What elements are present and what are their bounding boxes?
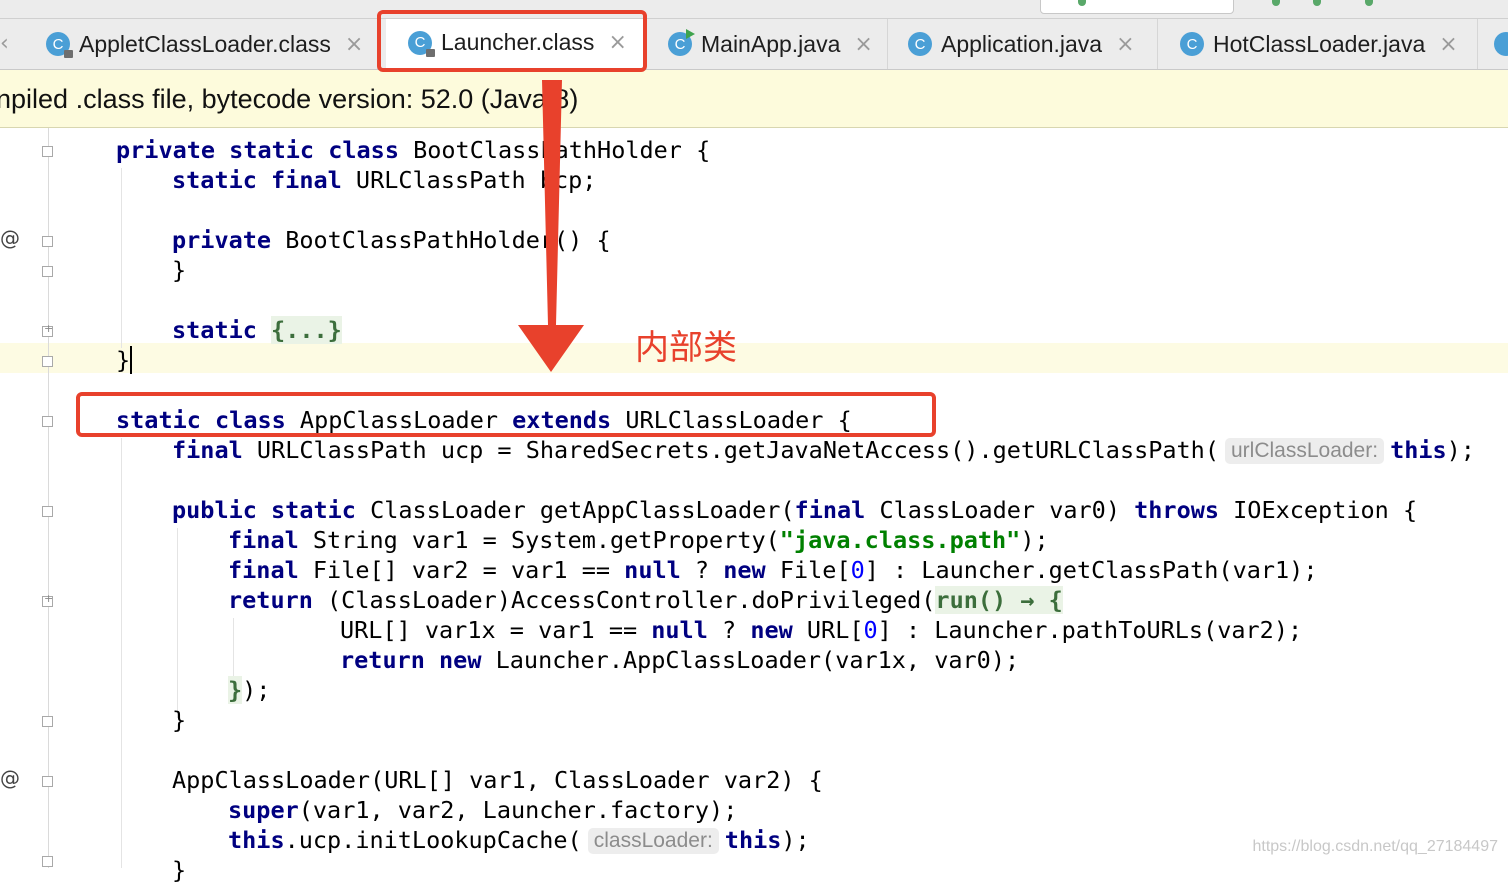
fold-icon[interactable]: [42, 266, 53, 277]
debug-icon[interactable]: [1313, 0, 1321, 6]
tab-scroll-left-icon[interactable]: ‹: [0, 31, 9, 56]
tab-mainapp[interactable]: C MainApp.java ×: [652, 19, 888, 69]
expand-fold-icon[interactable]: [42, 592, 53, 607]
parameter-hint: classLoader:: [587, 828, 719, 854]
tab-hotclassloader[interactable]: C HotClassLoader.java ×: [1158, 19, 1478, 69]
coverage-icon[interactable]: [1365, 0, 1373, 6]
class-icon: [1494, 32, 1508, 56]
code-line: final File[] var2 = var1 == null ? new F…: [228, 556, 1318, 584]
code-line: final URLClassPath ucp = SharedSecrets.g…: [172, 436, 1475, 464]
folded-block[interactable]: {...}: [271, 316, 342, 344]
fold-icon[interactable]: [42, 776, 53, 787]
code-line: return (ClassLoader)AccessController.doP…: [228, 586, 1063, 614]
close-icon[interactable]: ×: [345, 32, 363, 57]
parameter-hint: urlClassLoader:: [1224, 438, 1385, 464]
code-line: }: [172, 706, 187, 734]
code-line: static final URLClassPath bcp;: [172, 166, 597, 194]
tab-label: MainApp.java: [701, 30, 841, 57]
watermark: https://blog.csdn.net/qq_27184497: [1252, 838, 1498, 855]
code-line: private BootClassPathHolder() {: [172, 226, 611, 254]
highlight-box-appclassloader: [76, 392, 936, 437]
annotation-label: 内部类: [635, 328, 737, 368]
code-line: this.ucp.initLookupCache(classLoader: thi…: [228, 826, 810, 854]
override-marker-icon[interactable]: @: [0, 226, 20, 250]
toolbar-strip: [0, 0, 1508, 19]
code-line: static {...}: [172, 316, 342, 344]
close-icon[interactable]: ×: [1439, 32, 1457, 57]
code-line: private static class BootClassPathHolder…: [116, 136, 711, 164]
code-line: }: [116, 346, 133, 374]
tab-application[interactable]: C Application.java ×: [888, 19, 1158, 69]
text-caret: [130, 346, 133, 374]
fold-icon[interactable]: [42, 856, 53, 867]
code-line: super(var1, var2, Launcher.factory);: [228, 796, 738, 824]
decompiled-notice-banner: npiled .class file, bytecode version: 52…: [0, 70, 1508, 128]
editor-tab-bar: ‹ C AppletClassLoader.class × C Launcher…: [0, 19, 1508, 70]
lambda-fold[interactable]: run() → {: [935, 586, 1063, 614]
lambda-fold-end[interactable]: }: [228, 676, 243, 704]
tab-label: Application.java: [941, 30, 1103, 57]
code-line: return new Launcher.AppClassLoader(var1x…: [340, 646, 1020, 674]
tab-appletclassloader[interactable]: C AppletClassLoader.class ×: [28, 19, 378, 69]
close-icon[interactable]: ×: [1116, 32, 1134, 57]
fold-icon[interactable]: [42, 356, 53, 367]
fold-icon[interactable]: [42, 506, 53, 517]
code-line: URL[] var1x = var1 == null ? new URL[0] …: [340, 616, 1303, 644]
indent-guide: [121, 438, 122, 868]
class-icon: C: [1180, 32, 1204, 56]
highlight-box-launcher-tab: [377, 10, 647, 72]
run-icon[interactable]: [1272, 0, 1280, 6]
tab-overflow[interactable]: [1478, 19, 1508, 69]
current-line-highlight: [0, 343, 1508, 373]
indent-guide: [233, 618, 234, 678]
run-configuration-selector[interactable]: [1040, 0, 1234, 14]
class-locked-icon: C: [46, 32, 73, 58]
override-marker-icon[interactable]: @: [0, 766, 20, 790]
code-line: AppClassLoader(URL[] var1, ClassLoader v…: [172, 766, 823, 794]
fold-icon[interactable]: [42, 146, 53, 157]
tab-label: AppletClassLoader.class: [79, 30, 331, 57]
tab-label: HotClassLoader.java: [1213, 30, 1426, 57]
code-line: });: [228, 676, 271, 704]
close-icon[interactable]: ×: [854, 32, 872, 57]
code-line: }: [172, 256, 187, 284]
class-icon: C: [908, 32, 932, 56]
code-line: }: [172, 856, 187, 884]
fold-icon[interactable]: [42, 716, 53, 727]
fold-icon[interactable]: [42, 236, 53, 247]
code-editor[interactable]: @ @ private static class BootClassPathHo…: [0, 128, 1508, 884]
class-runnable-icon: C: [668, 29, 695, 56]
indent-guide: [177, 528, 178, 718]
indent-guide: [121, 168, 122, 348]
banner-text: npiled .class file, bytecode version: 52…: [0, 84, 579, 114]
code-line: final String var1 = System.getProperty("…: [228, 526, 1049, 554]
code-line: public static ClassLoader getAppClassLoa…: [172, 496, 1418, 524]
expand-fold-icon[interactable]: [42, 322, 53, 337]
fold-icon[interactable]: [42, 416, 53, 427]
